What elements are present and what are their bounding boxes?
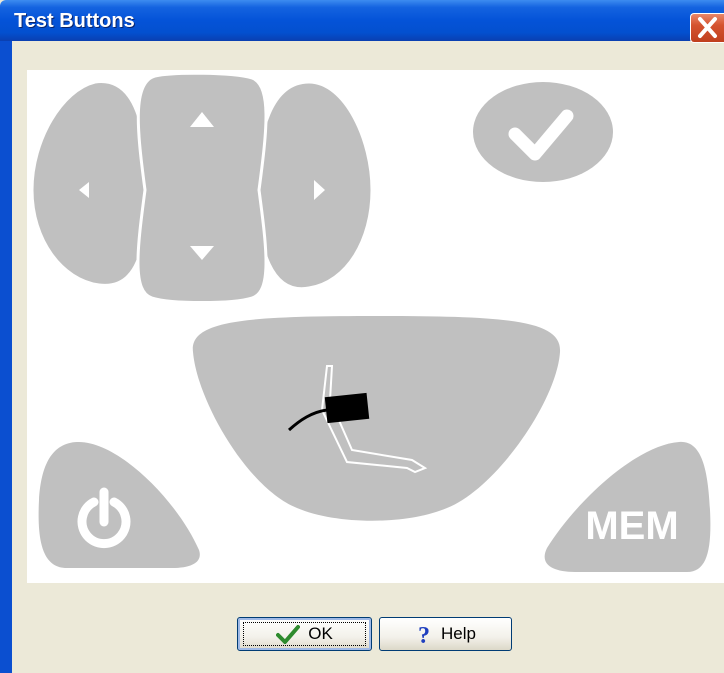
confirm-button[interactable]: [473, 82, 613, 182]
left-button[interactable]: [30, 80, 149, 287]
up-down-button[interactable]: [136, 71, 268, 304]
mem-label: MEM: [585, 504, 678, 548]
start-measurement-button[interactable]: [192, 316, 561, 521]
svg-text:?: ?: [418, 623, 430, 646]
close-x-icon: [698, 17, 717, 38]
focus-rect: [243, 622, 366, 646]
close-button[interactable]: [690, 13, 724, 43]
window-title: Test Buttons: [14, 10, 135, 32]
question-mark-icon: ?: [415, 622, 433, 649]
help-button[interactable]: ? Help: [379, 617, 512, 651]
title-bar: Test Buttons: [0, 0, 724, 43]
ok-button[interactable]: OK: [237, 617, 372, 651]
right-button[interactable]: [255, 80, 374, 291]
power-button[interactable]: [38, 441, 200, 568]
help-label: Help: [441, 624, 476, 643]
mem-button[interactable]: MEM: [544, 441, 711, 572]
window-frame-left: [0, 41, 12, 673]
device-panel: MEM: [27, 70, 724, 583]
